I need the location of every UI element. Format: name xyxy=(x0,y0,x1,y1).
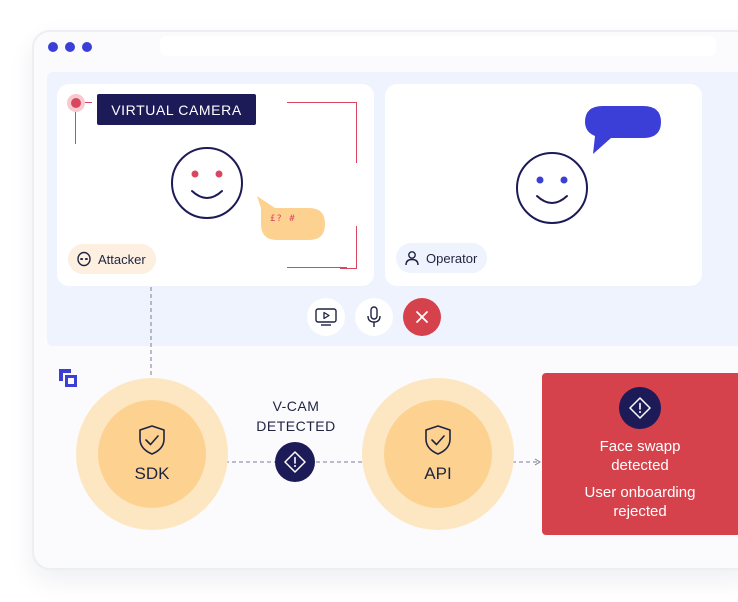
result-line3: User onboarding xyxy=(584,484,696,501)
sdk-label: SDK xyxy=(134,464,170,483)
result-spacer xyxy=(542,475,738,483)
api-node-core: API xyxy=(384,400,492,508)
result-warning-badge xyxy=(619,387,661,429)
warning-diamond-icon xyxy=(629,397,651,419)
api-label: API xyxy=(424,464,452,483)
sdk-node: SDK xyxy=(76,378,228,530)
detection-label-line2: DETECTED xyxy=(256,418,336,434)
sdk-node-core: SDK xyxy=(98,400,206,508)
shield-check-icon xyxy=(139,425,165,455)
warning-diamond-icon xyxy=(284,451,306,473)
brand-logo-icon xyxy=(59,369,77,387)
result-line4: rejected xyxy=(613,503,667,520)
shield-check-icon xyxy=(425,425,451,455)
api-node: API xyxy=(362,378,514,530)
result-card: Face swapp detected User onboarding reje… xyxy=(542,373,738,535)
detection-label-line1: V-CAM xyxy=(272,398,320,414)
detection-warning-badge xyxy=(275,442,315,482)
result-line1: Face swapp xyxy=(599,438,681,455)
result-line2: detected xyxy=(611,457,669,474)
detection-label: V-CAM DETECTED xyxy=(236,396,356,436)
result-text: Face swapp detected User onboarding reje… xyxy=(542,437,738,521)
